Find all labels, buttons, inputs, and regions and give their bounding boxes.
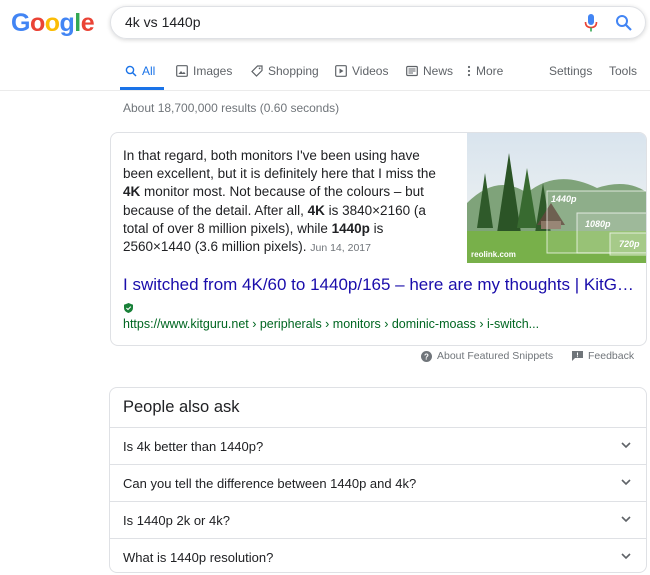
- tab-all[interactable]: All: [125, 64, 155, 78]
- verified-shield-icon: [124, 300, 133, 318]
- search-icon[interactable]: [615, 14, 633, 37]
- image-label: 1080p: [585, 219, 611, 229]
- active-tab-indicator: [120, 87, 164, 90]
- snippet-bold: 4K: [123, 184, 141, 200]
- mic-icon[interactable]: [584, 14, 598, 37]
- google-logo[interactable]: Google: [11, 9, 95, 38]
- search-tabs: All Images Shopping Videos News More Set…: [0, 56, 650, 91]
- feedback-label: Feedback: [588, 350, 635, 362]
- image-label: 1440p: [551, 194, 577, 204]
- tab-more[interactable]: More: [467, 64, 503, 78]
- paa-question-text: What is 1440p resolution?: [123, 550, 274, 565]
- image-caption: reolink.com: [471, 250, 516, 259]
- tab-label: All: [142, 64, 156, 78]
- image-icon: [176, 65, 188, 77]
- tab-label: Images: [193, 64, 233, 78]
- tab-news[interactable]: News: [406, 64, 453, 78]
- snippet-image[interactable]: 1440p 1080p 720p reolink.com: [467, 133, 646, 263]
- tab-label: Settings: [549, 64, 593, 78]
- logo-letter: o: [29, 9, 45, 37]
- search-input[interactable]: 4k vs 1440p: [125, 14, 201, 30]
- tab-label: Videos: [352, 64, 389, 78]
- chevron-down-icon: [620, 475, 632, 493]
- snippet-text: In that regard, both monitors I've been …: [123, 147, 443, 257]
- result-stats: About 18,700,000 results (0.60 seconds): [123, 101, 340, 115]
- logo-letter: G: [11, 9, 30, 37]
- about-featured-snippets-label: About Featured Snippets: [437, 350, 554, 362]
- people-also-ask: People also ask Is 4k better than 1440p?…: [109, 387, 647, 573]
- play-icon: [335, 65, 347, 77]
- tab-settings[interactable]: Settings: [549, 64, 592, 78]
- help-icon: ?: [421, 350, 432, 362]
- chevron-down-icon: [620, 438, 632, 456]
- tag-icon: [251, 65, 263, 77]
- feedback-icon: [572, 351, 583, 361]
- snippet-date: Jun 14, 2017: [310, 242, 371, 255]
- svg-text:?: ?: [424, 352, 429, 361]
- search-box[interactable]: 4k vs 1440p: [110, 6, 646, 39]
- tab-tools[interactable]: Tools: [609, 64, 637, 78]
- paa-question[interactable]: Can you tell the difference between 1440…: [110, 464, 646, 501]
- featured-snippet: In that regard, both monitors I've been …: [110, 132, 647, 346]
- snippet-bold: 4K: [307, 202, 325, 218]
- tab-label: Shopping: [268, 64, 319, 78]
- paa-question-text: Can you tell the difference between 1440…: [123, 476, 417, 491]
- logo-letter: e: [80, 9, 95, 37]
- logo-letter: o: [44, 9, 60, 37]
- paa-question[interactable]: Is 4k better than 1440p?: [110, 427, 646, 464]
- tab-label: More: [476, 64, 504, 78]
- logo-letter: g: [59, 9, 75, 37]
- paa-question-text: Is 1440p 2k or 4k?: [123, 513, 230, 528]
- paa-question-text: Is 4k better than 1440p?: [123, 439, 264, 454]
- result-title-link[interactable]: I switched from 4K/60 to 1440p/165 – her…: [123, 275, 635, 295]
- paa-title: People also ask: [123, 398, 240, 416]
- image-label: 720p: [619, 239, 640, 249]
- tab-images[interactable]: Images: [176, 64, 232, 78]
- snippet-fragment: In that regard, both monitors I've been …: [123, 148, 436, 182]
- feedback-link[interactable]: Feedback: [572, 350, 634, 362]
- paa-question[interactable]: Is 1440p 2k or 4k?: [110, 501, 646, 538]
- search-icon: [125, 65, 137, 77]
- tab-videos[interactable]: Videos: [335, 64, 388, 78]
- snippet-bold: 1440p: [331, 220, 370, 236]
- about-featured-snippets-link[interactable]: ? About Featured Snippets: [421, 350, 553, 362]
- paa-question[interactable]: What is 1440p resolution?: [110, 538, 646, 575]
- more-vertical-icon: [467, 65, 471, 77]
- newspaper-icon: [406, 65, 418, 77]
- chevron-down-icon: [620, 512, 632, 530]
- result-url-breadcrumb[interactable]: https://www.kitguru.net › peripherals › …: [123, 317, 539, 331]
- tab-label: Tools: [609, 64, 638, 78]
- chevron-down-icon: [620, 549, 632, 567]
- tab-shopping[interactable]: Shopping: [251, 64, 319, 78]
- tab-label: News: [423, 64, 454, 78]
